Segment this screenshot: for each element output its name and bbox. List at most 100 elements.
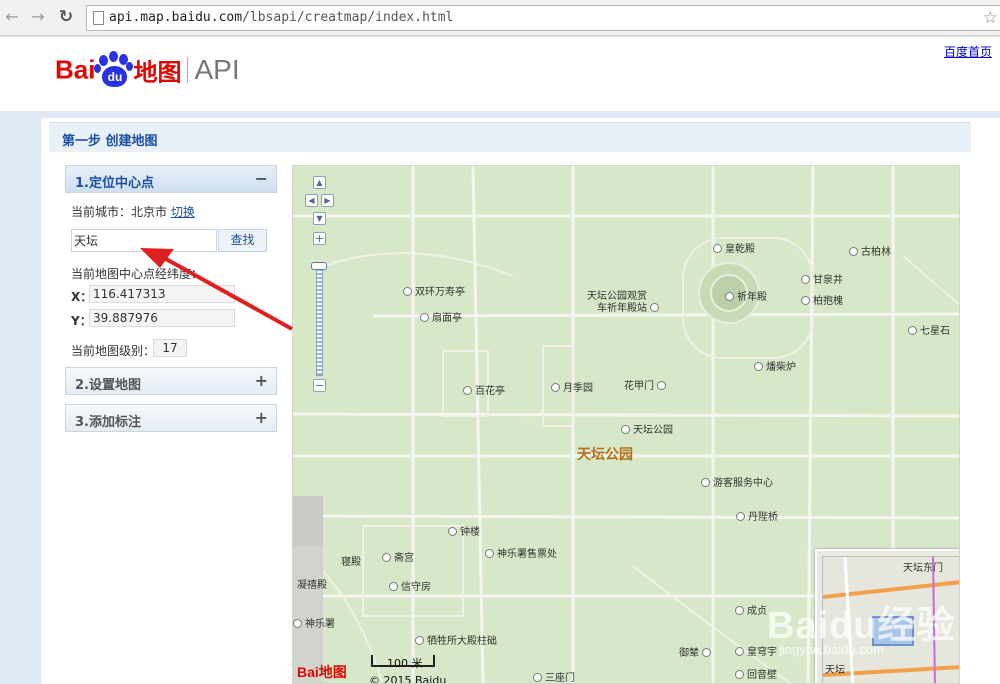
- url-text[interactable]: api.map.baidu.com/lbsapi/creatmap/index.…: [109, 10, 453, 25]
- poi[interactable]: 扇面亭: [420, 309, 462, 324]
- x-coord-field[interactable]: 116.417313: [89, 285, 235, 303]
- poi[interactable]: 柏抱槐: [801, 292, 843, 307]
- overview-label: 天坛: [825, 665, 845, 676]
- reload-icon[interactable]: ↻: [56, 7, 76, 27]
- baidu-paw-icon: du: [93, 51, 135, 89]
- back-arrow-icon[interactable]: ←: [2, 7, 22, 27]
- poi-label: 三座门: [545, 673, 575, 684]
- section-set-map-title: 2.设置地图: [75, 378, 141, 393]
- poi[interactable]: 成贞: [735, 602, 767, 617]
- poi-label: 信守房: [401, 582, 431, 593]
- map-navigation-control[interactable]: ▲ ◀ ▶ ▼ + −: [303, 176, 335, 392]
- map-canvas[interactable]: ▲ ◀ ▶ ▼ + − 皇乾殿 古柏林 双环万寿亭 天坛公园观赏 车祈年殿站 祈…: [292, 165, 960, 684]
- poi[interactable]: 钟楼: [448, 523, 480, 538]
- section-add-marker-header[interactable]: 3.添加标注 +: [65, 404, 277, 432]
- logo-separator: [187, 57, 189, 83]
- map-copyright: © 2015 Baidu: [369, 674, 447, 684]
- poi[interactable]: 寝殿: [341, 553, 361, 568]
- search-button[interactable]: 查找: [218, 229, 267, 252]
- poi[interactable]: 百花亭: [463, 382, 505, 397]
- map-baidu-logo: Bai地图: [297, 664, 347, 680]
- poi-label: 神乐署售票处: [497, 549, 557, 560]
- poi[interactable]: 丹陛桥: [736, 508, 778, 523]
- y-coord-field[interactable]: 39.887976: [89, 309, 235, 327]
- poi[interactable]: 甘泉井: [801, 271, 843, 286]
- current-city-label: 当前城市：北京市: [71, 205, 168, 219]
- poi-label: 双环万寿亭: [415, 287, 465, 298]
- poi-label: 天坛公园: [633, 425, 673, 436]
- poi[interactable]: 古柏林: [849, 243, 891, 258]
- poi-label: 丹陛桥: [748, 512, 778, 523]
- baidu-home-link[interactable]: 百度首页: [944, 43, 992, 60]
- baidu-map-api-logo[interactable]: Bai du 地图 API: [55, 51, 240, 91]
- poi[interactable]: 花甲门: [624, 377, 669, 392]
- poi[interactable]: 御辇: [679, 644, 714, 659]
- step-title: 第一步 创建地图: [62, 134, 158, 149]
- poi-label: 古柏林: [861, 247, 891, 258]
- page-header: Bai du 地图 API 百度首页: [0, 37, 1000, 111]
- poi-label: 回音壁: [747, 670, 777, 681]
- expand-icon[interactable]: +: [255, 371, 268, 390]
- poi-label: 御辇: [679, 648, 699, 659]
- zoom-out-icon[interactable]: −: [313, 379, 326, 392]
- poi-label: 甘泉井: [813, 275, 843, 286]
- poi[interactable]: 燔柴炉: [754, 358, 796, 373]
- logo-map-text: 地图: [133, 58, 182, 87]
- section-add-marker-title: 3.添加标注: [75, 415, 141, 430]
- poi[interactable]: 三座门: [533, 669, 575, 684]
- zoom-slider-knob[interactable]: [311, 262, 327, 270]
- poi-label: 皇乾殿: [725, 244, 755, 255]
- zoom-level-label: 当前地图级别：: [71, 344, 156, 358]
- location-search-input[interactable]: [71, 229, 217, 252]
- poi[interactable]: 七星石: [908, 322, 950, 337]
- section-set-map-header[interactable]: 2.设置地图 +: [65, 367, 277, 395]
- poi-label: 七星石: [920, 326, 950, 337]
- poi[interactable]: 神乐署: [293, 615, 335, 630]
- search-row: 查找: [71, 229, 271, 253]
- collapse-icon[interactable]: −: [255, 169, 268, 188]
- poi-label: 祈年殿: [737, 292, 767, 303]
- poi[interactable]: 斋宫: [382, 549, 414, 564]
- address-bar[interactable]: api.map.baidu.com/lbsapi/creatmap/index.…: [86, 5, 1000, 31]
- overview-label: 天坛东门: [903, 563, 943, 574]
- poi[interactable]: 月季园: [551, 379, 593, 394]
- poi[interactable]: 回音壁: [735, 666, 777, 681]
- pan-down-icon[interactable]: ▼: [313, 212, 326, 225]
- poi-label: 成贞: [747, 606, 767, 617]
- poi-label: 游客服务中心: [713, 478, 773, 489]
- poi[interactable]: 车祈年殿站: [597, 299, 662, 314]
- pan-right-icon[interactable]: ▶: [321, 194, 334, 207]
- current-city-row: 当前城市：北京市 切换: [71, 203, 271, 220]
- zoom-in-icon[interactable]: +: [313, 232, 326, 245]
- zoom-slider[interactable]: [316, 268, 323, 376]
- zoom-level-field[interactable]: 17: [153, 339, 187, 357]
- poi[interactable]: 凝禧殿: [297, 576, 327, 591]
- pan-up-icon[interactable]: ▲: [313, 176, 326, 189]
- section-locate-center-body: 当前城市：北京市 切换 查找 当前地图中心点经纬度： X： 116.417313…: [65, 193, 277, 367]
- bookmark-star-icon[interactable]: ☆: [983, 8, 998, 28]
- poi[interactable]: 游客服务中心: [701, 474, 773, 489]
- expand-icon[interactable]: +: [255, 408, 268, 427]
- forward-arrow-icon[interactable]: →: [28, 7, 48, 27]
- poi-label: 牺牲所大殿柱础: [427, 636, 497, 647]
- poi[interactable]: 信守房: [389, 578, 431, 593]
- logo-bai-text: Bai: [55, 54, 96, 85]
- center-coords-label: 当前地图中心点经纬度：: [71, 267, 204, 281]
- poi[interactable]: 牺牲所大殿柱础: [415, 632, 497, 647]
- step-bar: 第一步 创建地图: [49, 122, 971, 152]
- poi-label: 钟楼: [460, 527, 480, 538]
- poi[interactable]: 皇乾殿: [713, 240, 755, 255]
- poi-label: 凝禧殿: [297, 580, 327, 591]
- poi[interactable]: 双环万寿亭: [403, 283, 465, 298]
- x-coord-row: X： 116.417313: [71, 285, 271, 305]
- url-host: api.map.baidu.com: [109, 10, 243, 25]
- switch-city-link[interactable]: 切换: [171, 205, 195, 219]
- watermark: Baidu经验: [767, 605, 956, 647]
- section-locate-center-header[interactable]: 1.定位中心点 −: [65, 165, 277, 193]
- main-panel: 第一步 创建地图 1.定位中心点 − 当前城市：北京市 切换 查找 当前地图中心…: [41, 118, 1000, 684]
- poi-label: 花甲门: [624, 381, 654, 392]
- poi[interactable]: 神乐署售票处: [485, 545, 557, 560]
- poi[interactable]: 天坛公园: [621, 421, 673, 436]
- pan-left-icon[interactable]: ◀: [305, 194, 318, 207]
- poi[interactable]: 祈年殿: [725, 288, 767, 303]
